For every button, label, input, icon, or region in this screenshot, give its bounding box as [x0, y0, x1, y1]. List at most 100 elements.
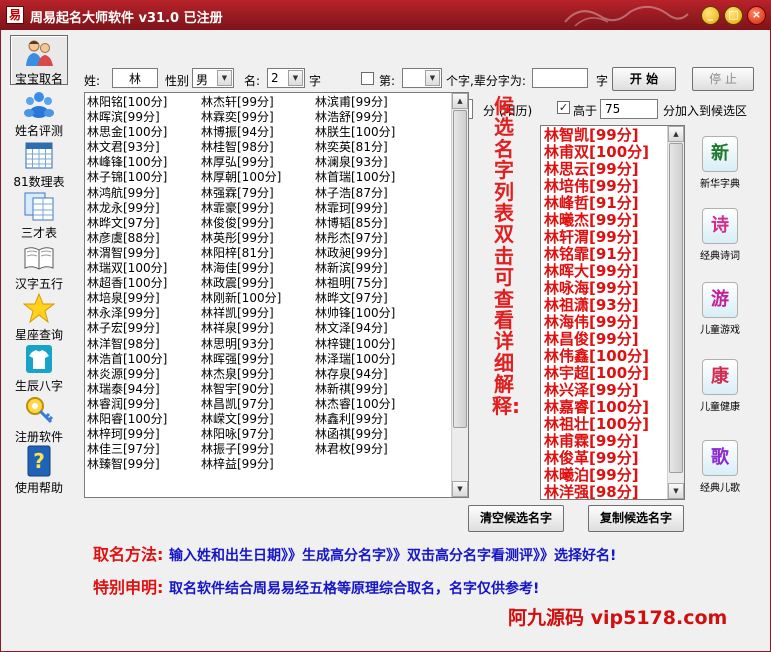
- names-scrollbar[interactable]: ▲ ▼: [451, 93, 468, 497]
- name-list-item[interactable]: 林奕英[81分]: [315, 140, 427, 155]
- generation-checkbox[interactable]: [361, 72, 374, 85]
- candidate-list-item[interactable]: 林晖大[99分]: [544, 263, 668, 280]
- candidate-list-item[interactable]: 林思云[99分]: [544, 161, 668, 178]
- tool-classic-poems[interactable]: 诗 经典诗词: [692, 208, 748, 262]
- name-list-item[interactable]: 林厚弘[99分]: [201, 155, 313, 170]
- candidate-list-item[interactable]: 林伟鑫[100分]: [544, 348, 668, 365]
- name-list-item[interactable]: 林厚朝[100分]: [201, 170, 313, 185]
- name-list-item[interactable]: 林振子[99分]: [201, 442, 313, 457]
- name-list-item[interactable]: 林臻智[99分]: [87, 457, 199, 472]
- above-score-input[interactable]: [600, 99, 658, 119]
- name-list-item[interactable]: 林函祺[99分]: [315, 427, 427, 442]
- candidate-list-item[interactable]: 林铭霏[91分]: [544, 246, 668, 263]
- tool-xinhua-dictionary[interactable]: 新 新华字典: [692, 136, 748, 190]
- name-list-item[interactable]: 林刚新[100分]: [201, 291, 313, 306]
- name-list-item[interactable]: 林博振[94分]: [201, 125, 313, 140]
- scroll-down-icon[interactable]: ▼: [668, 483, 684, 499]
- candidate-list-item[interactable]: 林甫双[100分]: [544, 144, 668, 161]
- name-list-item[interactable]: 林思明[93分]: [201, 337, 313, 352]
- name-list-item[interactable]: 林朕生[100分]: [315, 125, 427, 140]
- surname-input[interactable]: [112, 68, 158, 88]
- stop-button[interactable]: 停 止: [692, 67, 754, 91]
- name-length-select[interactable]: 2 ▼: [267, 68, 305, 88]
- candidate-list-item[interactable]: 林咏海[99分]: [544, 280, 668, 297]
- candidate-list-item[interactable]: 林曦泊[99分]: [544, 467, 668, 484]
- name-list-item[interactable]: 林嵘文[99分]: [201, 412, 313, 427]
- scroll-down-icon[interactable]: ▼: [452, 481, 468, 497]
- name-list-item[interactable]: 林瑞双[100分]: [87, 261, 199, 276]
- name-list-item[interactable]: 林昌凯[97分]: [201, 397, 313, 412]
- scroll-up-icon[interactable]: ▲: [668, 126, 684, 142]
- name-list-item[interactable]: 林峰锋[100分]: [87, 155, 199, 170]
- name-list-item[interactable]: 林睿润[99分]: [87, 397, 199, 412]
- name-list-item[interactable]: 林鑫利[99分]: [315, 412, 427, 427]
- chevron-down-icon[interactable]: ▼: [217, 70, 232, 86]
- name-list-item[interactable]: 林文泽[94分]: [315, 321, 427, 336]
- name-list-item[interactable]: 林存泉[94分]: [315, 367, 427, 382]
- name-list-item[interactable]: [315, 457, 427, 472]
- name-list-item[interactable]: 林杰睿[100分]: [315, 397, 427, 412]
- name-list-item[interactable]: 林英彤[99分]: [201, 231, 313, 246]
- name-list-item[interactable]: 林晔文[97分]: [87, 216, 199, 231]
- copy-candidates-button[interactable]: 复制候选名字: [588, 505, 684, 532]
- name-list-item[interactable]: 林帅锋[100分]: [315, 306, 427, 321]
- name-list-item[interactable]: 林子宏[99分]: [87, 321, 199, 336]
- scroll-thumb[interactable]: [669, 143, 683, 473]
- candidate-list-item[interactable]: 林轩渭[99分]: [544, 229, 668, 246]
- name-list-item[interactable]: 林浩舒[99分]: [315, 110, 427, 125]
- name-list-item[interactable]: 林俊俊[99分]: [201, 216, 313, 231]
- name-list-item[interactable]: 林洋智[98分]: [87, 337, 199, 352]
- name-list-item[interactable]: 林阳睿[100分]: [87, 412, 199, 427]
- candidate-list-item[interactable]: 林智凯[99分]: [544, 127, 668, 144]
- candidate-list-item[interactable]: 林曦杰[99分]: [544, 212, 668, 229]
- candidate-list-item[interactable]: 林祖壮[100分]: [544, 416, 668, 433]
- nav-constellation[interactable]: 星座查询: [10, 292, 68, 343]
- name-list-item[interactable]: 林智宇[90分]: [201, 382, 313, 397]
- name-list-item[interactable]: 林浩首[100分]: [87, 352, 199, 367]
- name-list-item[interactable]: 林超香[100分]: [87, 276, 199, 291]
- name-list-item[interactable]: 林梓益[99分]: [201, 457, 313, 472]
- candidate-list-item[interactable]: 林昌俊[99分]: [544, 331, 668, 348]
- name-list-item[interactable]: 林杰轩[99分]: [201, 95, 313, 110]
- candidate-list-item[interactable]: 林峰哲[91分]: [544, 195, 668, 212]
- gender-select[interactable]: 男 ▼: [192, 68, 234, 88]
- name-list-item[interactable]: 林滨甫[99分]: [315, 95, 427, 110]
- name-list-item[interactable]: 林杰泉[99分]: [201, 367, 313, 382]
- name-list-item[interactable]: 林桂智[98分]: [201, 140, 313, 155]
- name-list-item[interactable]: 林晔文[97分]: [315, 291, 427, 306]
- name-list-item[interactable]: 林彤杰[97分]: [315, 231, 427, 246]
- name-list-item[interactable]: 林新滨[99分]: [315, 261, 427, 276]
- candidate-list-item[interactable]: 林俊革[99分]: [544, 450, 668, 467]
- scroll-thumb[interactable]: [453, 110, 467, 428]
- name-list-item[interactable]: 林祖明[75分]: [315, 276, 427, 291]
- tool-kids-games[interactable]: 游 儿童游戏: [692, 282, 748, 336]
- clear-candidates-button[interactable]: 清空候选名字: [468, 505, 564, 532]
- name-list-item[interactable]: 林子浩[87分]: [315, 186, 427, 201]
- name-list-item[interactable]: 林龙永[99分]: [87, 201, 199, 216]
- name-list-item[interactable]: 林强霖[79分]: [201, 186, 313, 201]
- name-list-item[interactable]: 林政震[99分]: [201, 276, 313, 291]
- name-list-item[interactable]: 林阳铭[100分]: [87, 95, 199, 110]
- minimize-button[interactable]: _: [701, 6, 720, 25]
- nav-baby-naming[interactable]: 宝宝取名: [10, 35, 68, 86]
- name-list-item[interactable]: 林首瑞[100分]: [315, 170, 427, 185]
- nav-help[interactable]: ? 使用帮助: [10, 445, 68, 496]
- name-list-item[interactable]: 林晖滨[99分]: [87, 110, 199, 125]
- name-list-item[interactable]: 林君枚[99分]: [315, 442, 427, 457]
- name-list-item[interactable]: 林渭智[99分]: [87, 246, 199, 261]
- name-list-item[interactable]: 林博韬[85分]: [315, 216, 427, 231]
- name-list-item[interactable]: 林政昶[99分]: [315, 246, 427, 261]
- close-button[interactable]: ×: [747, 6, 766, 25]
- tool-kids-health[interactable]: 康 儿童健康: [692, 359, 748, 413]
- name-list-item[interactable]: 林海佳[99分]: [201, 261, 313, 276]
- nth-select[interactable]: ▼: [402, 68, 442, 88]
- name-list-item[interactable]: 林祥泉[99分]: [201, 321, 313, 336]
- name-list-item[interactable]: 林梓珂[99分]: [87, 427, 199, 442]
- chevron-down-icon[interactable]: ▼: [425, 70, 440, 86]
- name-list-item[interactable]: 林新祺[99分]: [315, 382, 427, 397]
- nav-register[interactable]: 注册软件: [10, 394, 68, 445]
- name-list-item[interactable]: 林霏豪[99分]: [201, 201, 313, 216]
- name-list-item[interactable]: 林子锦[100分]: [87, 170, 199, 185]
- nav-name-evaluation[interactable]: 姓名评测: [10, 88, 68, 139]
- above-score-checkbox[interactable]: ✓: [557, 101, 570, 114]
